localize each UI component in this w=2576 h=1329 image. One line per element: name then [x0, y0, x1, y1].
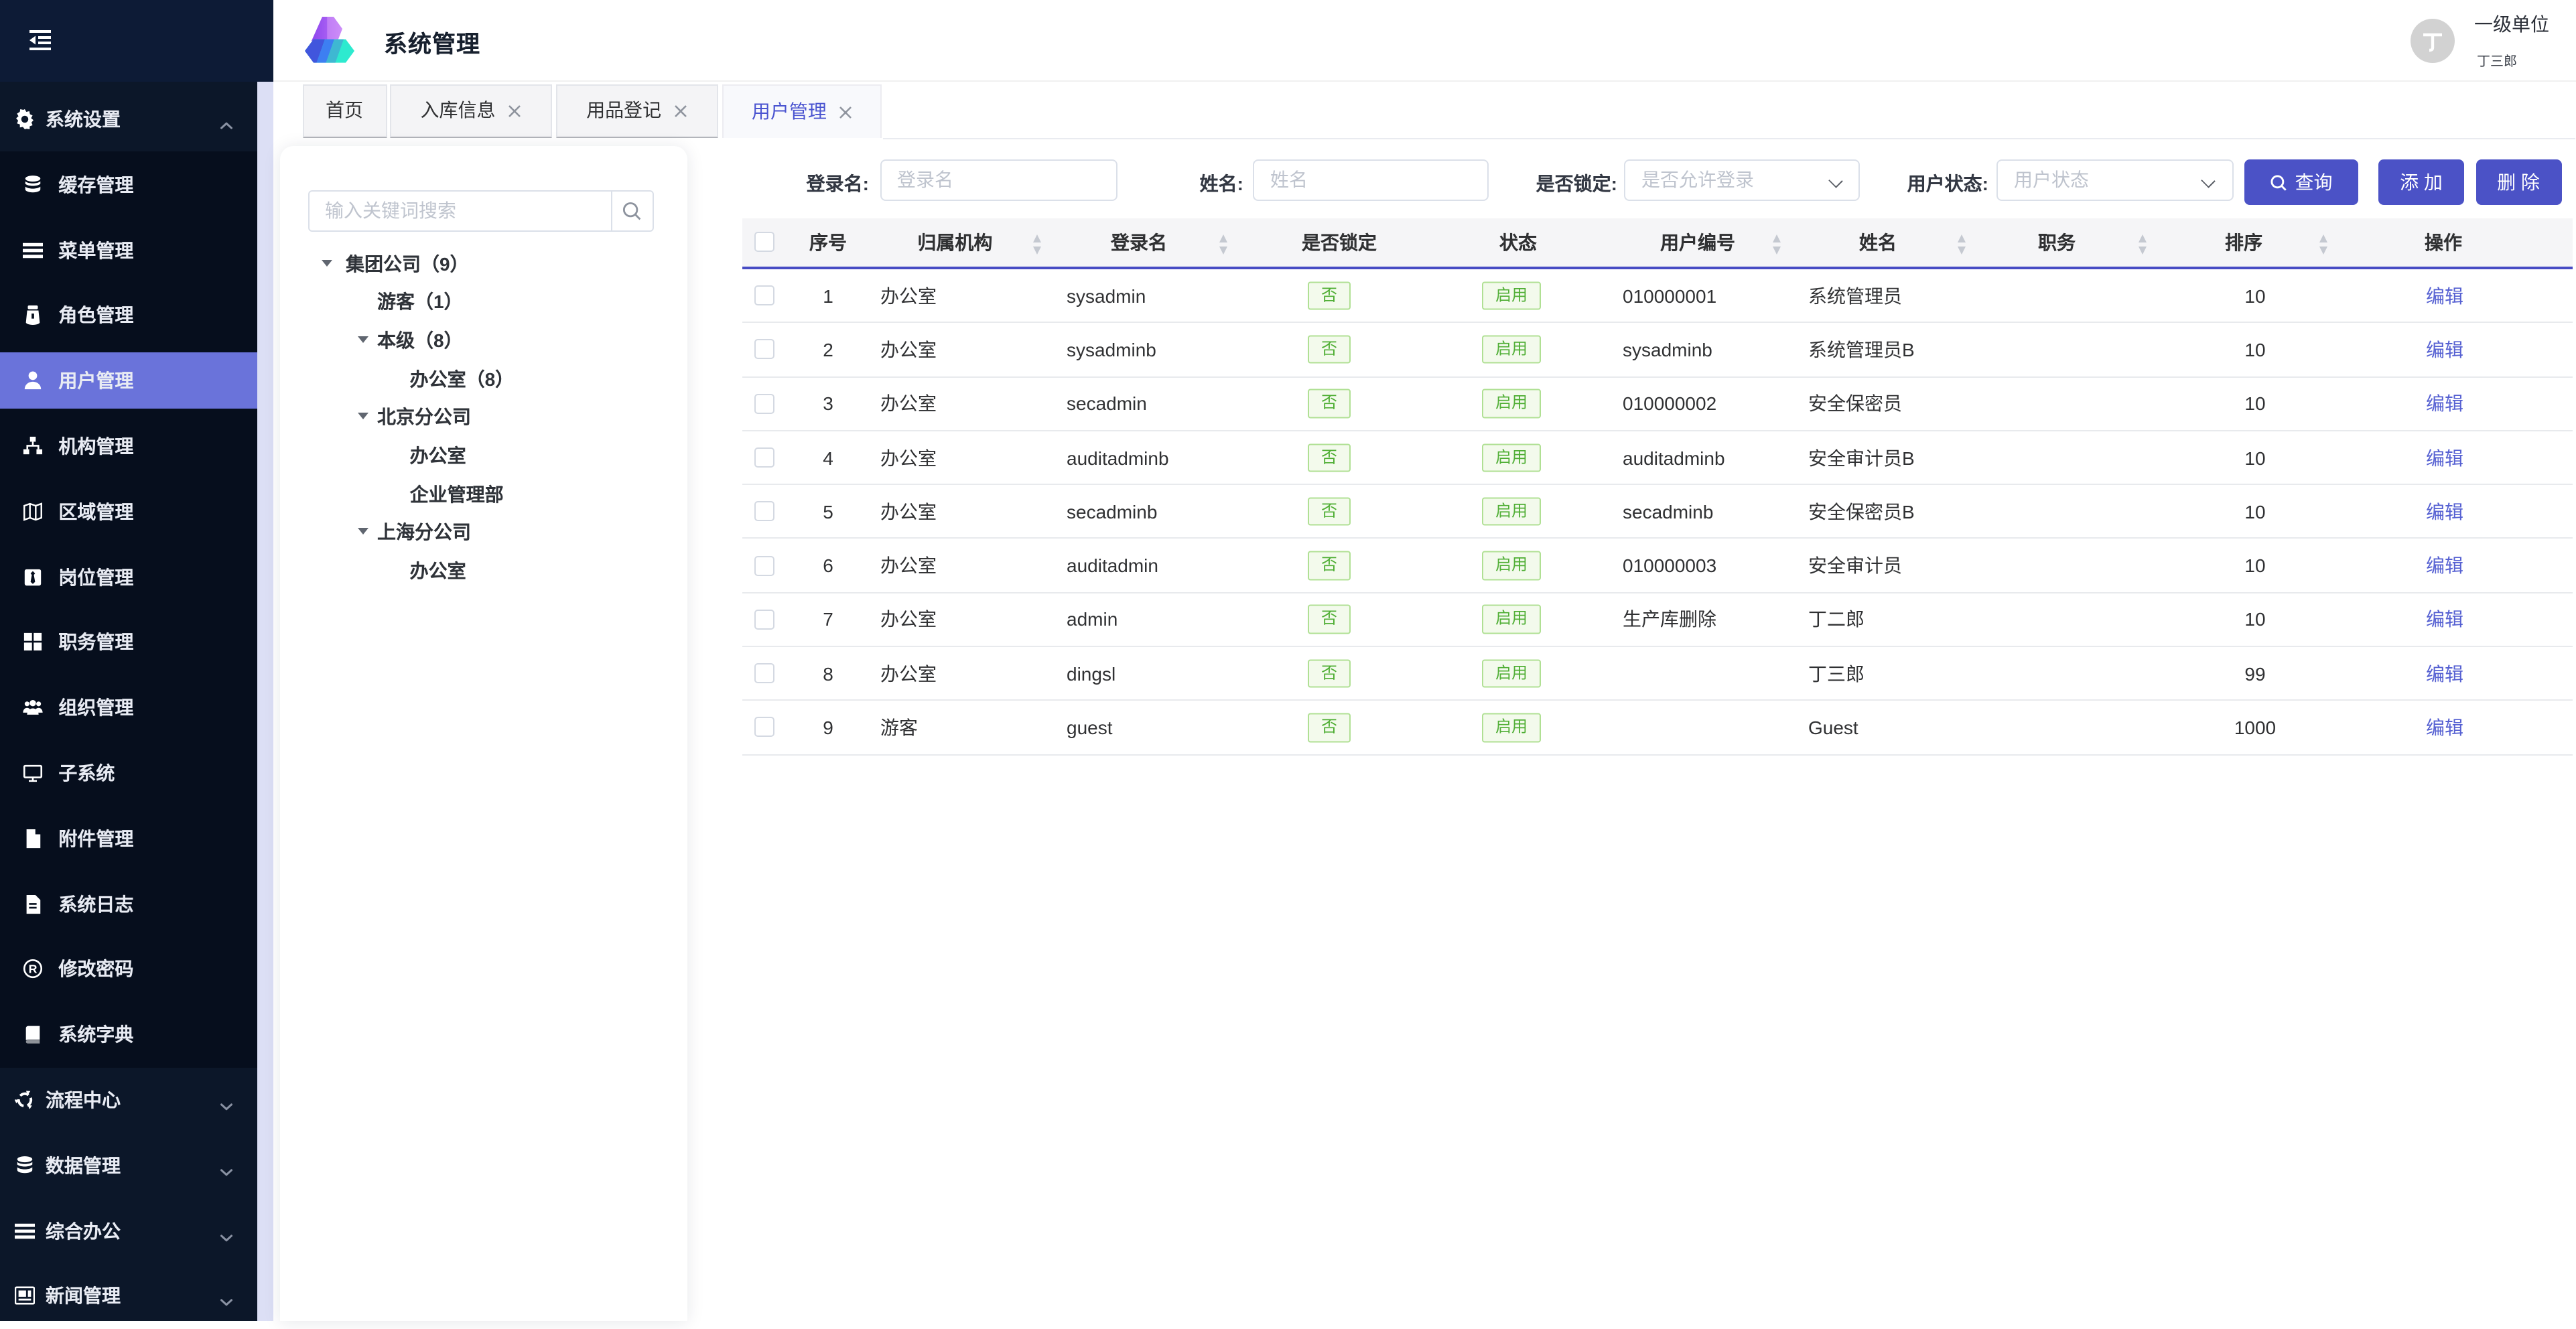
svg-text:R: R [28, 963, 37, 976]
